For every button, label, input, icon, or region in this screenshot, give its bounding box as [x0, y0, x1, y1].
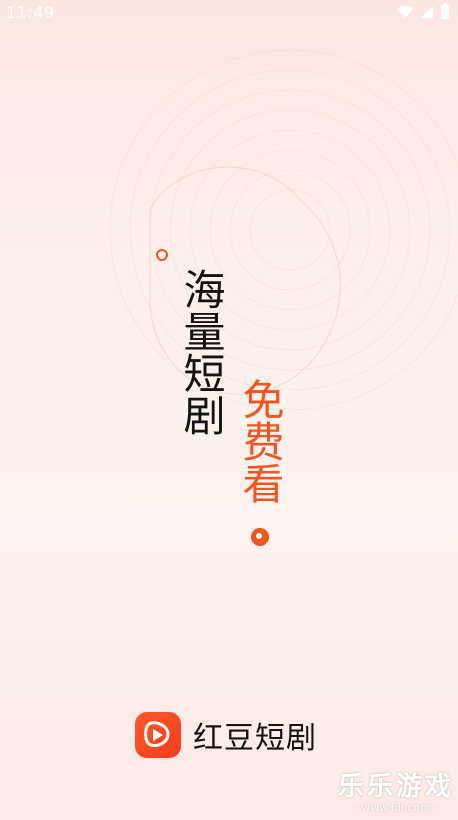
status-time: 11:49: [6, 3, 55, 22]
brand: 红豆短剧: [135, 712, 317, 758]
status-bar: 11:49: [0, 0, 458, 26]
signal-icon: [420, 4, 434, 23]
watermark: 乐乐游戏 - www.6ll.com -: [338, 772, 454, 814]
status-icons: [396, 3, 450, 23]
background-decoration: [109, 49, 458, 411]
watermark-url: - www.6ll.com -: [353, 801, 439, 814]
app-name: 红豆短剧: [193, 721, 317, 756]
slogan-line-2: 免费看: [236, 378, 285, 504]
slogan-line-1: 海量短剧: [177, 268, 226, 436]
accent-ring: [156, 249, 168, 261]
watermark-text: 乐乐游戏: [337, 772, 454, 802]
play-bean-logo-icon: [135, 712, 181, 758]
play-dot-icon: [251, 528, 269, 546]
battery-icon: [440, 3, 450, 23]
wifi-icon: [396, 4, 414, 23]
